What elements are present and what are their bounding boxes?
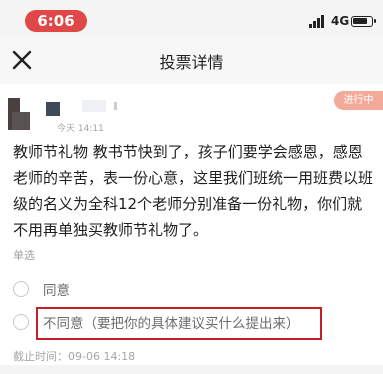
- option-label: 同意: [43, 283, 70, 299]
- signal-bars-icon: [309, 15, 326, 28]
- poll-description: 教师节礼物 教书节快到了，孩子们要学会感恩，感恩老师的辛苦，表一份心意，这里我们…: [13, 143, 374, 239]
- author-name: [80, 98, 120, 112]
- option-label: 不同意（要把你的具体建议买什么提出来）: [43, 316, 300, 332]
- vote-option-agree[interactable]: 同意: [13, 276, 363, 302]
- page-title: 投票详情: [159, 53, 224, 72]
- battery-icon: [351, 16, 376, 27]
- nav-bar: 投票详情: [0, 36, 383, 84]
- status-bar: 6:06 4G: [0, 0, 383, 36]
- post-time: 今天 14:11: [57, 124, 104, 134]
- status-badge: 进行中: [334, 91, 383, 110]
- vote-option-disagree[interactable]: 不同意（要把你的具体建议买什么提出来）: [13, 309, 363, 335]
- bottom-divider: [0, 365, 383, 374]
- battery-level: [353, 18, 367, 24]
- vote-type-label: 单选: [13, 249, 35, 262]
- radio-button[interactable]: [13, 314, 29, 330]
- status-time: 6:06: [25, 10, 87, 32]
- deadline: 截止时间：09-06 14:18: [13, 350, 136, 363]
- radio-button[interactable]: [13, 281, 29, 297]
- network-type: 4G: [331, 14, 350, 28]
